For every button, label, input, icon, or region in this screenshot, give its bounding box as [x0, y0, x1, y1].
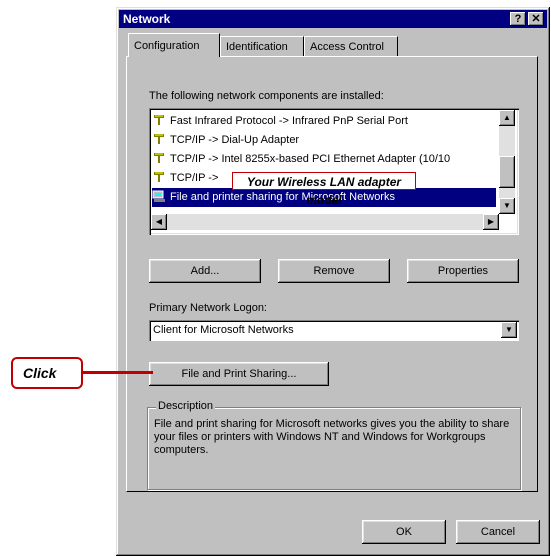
primary-logon-value: Client for Microsoft Networks [153, 324, 294, 336]
list-item[interactable]: TCP/IP -> Dial-Up Adapter [152, 131, 496, 150]
wireless-adapter-annotation: Your Wireless LAN adapter model [232, 172, 416, 207]
primary-logon-select[interactable]: Client for Microsoft Networks ▼ [149, 320, 519, 341]
list-item-label: TCP/IP -> Intel 8255x-based PCI Ethernet… [170, 153, 451, 165]
protocol-icon [154, 172, 164, 182]
remove-button[interactable]: Remove [278, 259, 390, 283]
protocol-icon [154, 153, 164, 163]
callout-pointer [83, 371, 153, 374]
protocol-icon [154, 115, 164, 125]
tab-identification[interactable]: Identification [220, 36, 304, 56]
window-title: Network [123, 12, 171, 26]
description-text: File and print sharing for Microsoft net… [154, 418, 510, 456]
components-label: The following network components are ins… [149, 90, 384, 102]
horizontal-scrollbar[interactable] [151, 214, 499, 230]
tab-configuration[interactable]: Configuration [128, 33, 220, 57]
add-button[interactable]: Add... [149, 259, 261, 283]
tab-access-control[interactable]: Access Control [304, 36, 398, 56]
close-button[interactable]: ✕ [528, 12, 544, 26]
scroll-left-icon[interactable]: ◀ [151, 214, 167, 230]
title-bar[interactable]: Network ? ✕ [119, 10, 547, 28]
list-item-label: TCP/IP -> Dial-Up Adapter [170, 134, 300, 146]
primary-logon-label: Primary Network Logon: [149, 302, 267, 314]
list-item[interactable]: TCP/IP -> Intel 8255x-based PCI Ethernet… [152, 150, 496, 169]
file-print-sharing-button[interactable]: File and Print Sharing... [149, 362, 329, 386]
properties-button[interactable]: Properties [407, 259, 519, 283]
chevron-down-icon[interactable]: ▼ [501, 322, 517, 338]
list-item-label: File and printer sharing for Microsoft N… [170, 191, 395, 203]
list-item[interactable]: Fast Infrared Protocol -> Infrared PnP S… [152, 112, 496, 131]
cancel-button[interactable]: Cancel [456, 520, 540, 544]
help-button[interactable]: ? [510, 12, 526, 26]
click-callout: Click [11, 357, 83, 389]
sharing-service-icon [152, 190, 165, 202]
description-label: Description [156, 400, 216, 412]
list-item-label: TCP/IP -> [170, 172, 219, 184]
scroll-up-icon[interactable]: ▲ [499, 110, 515, 126]
ok-button[interactable]: OK [362, 520, 446, 544]
list-item-label: Fast Infrared Protocol -> Infrared PnP S… [170, 115, 408, 127]
scroll-down-icon[interactable]: ▼ [499, 198, 515, 214]
protocol-icon [154, 134, 164, 144]
scroll-thumb[interactable] [499, 156, 515, 188]
scroll-right-icon[interactable]: ▶ [483, 214, 499, 230]
